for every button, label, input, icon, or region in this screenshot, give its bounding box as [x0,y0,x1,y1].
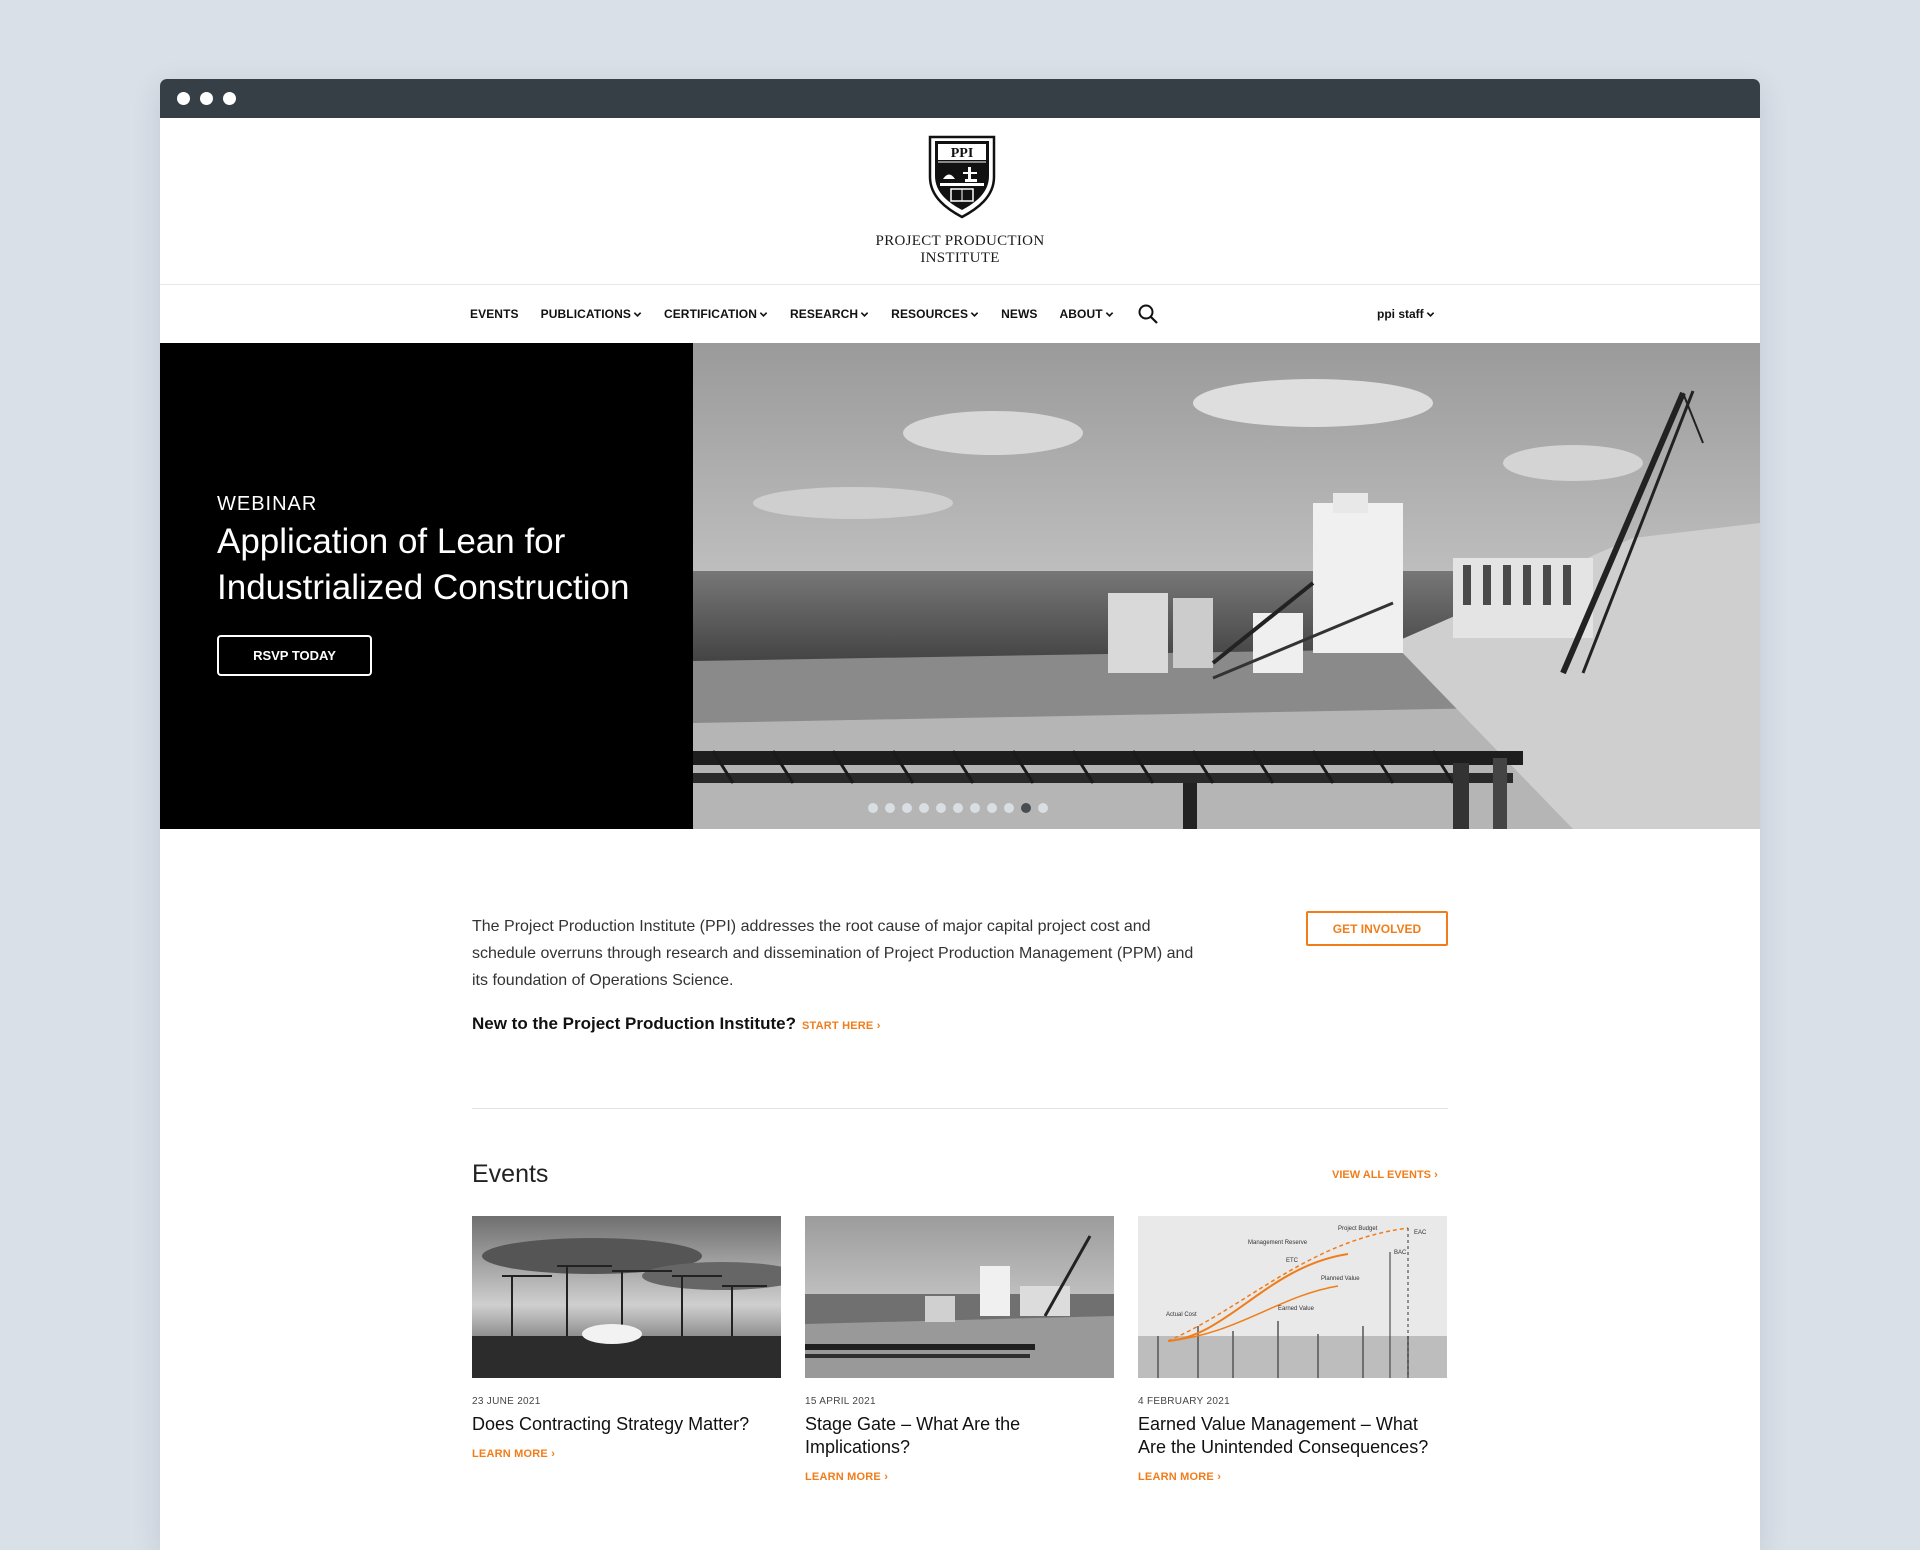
new-to-ppi-label: New to the Project Production Institute? [472,1014,796,1033]
intro-text: The Project Production Institute (PPI) a… [472,918,1194,989]
get-involved-button[interactable]: GET INVOLVED [1306,911,1448,946]
logo-wordmark: PROJECT PRODUCTION INSTITUTE [160,233,1760,267]
events-heading: Events [472,1160,549,1188]
nav-item-about[interactable]: ABOUT [1060,307,1114,321]
search-icon[interactable] [1137,303,1159,325]
chart-label-etc: ETC [1286,1258,1299,1264]
browser-window: PPI PROJECT PRODUCTION INSTITUTE EVENTS P… [160,79,1760,1550]
nav-item-label: ABOUT [1059,307,1103,321]
event-title[interactable]: Stage Gate – What Are the Implications? [805,1413,1114,1459]
chevron-down-icon [1426,311,1434,317]
nav-item-label: RESOURCES [891,307,969,321]
nav-item-label: RESEARCH [790,307,859,321]
nav-item-research[interactable]: RESEARCH [790,307,869,321]
nav-item-resources[interactable]: RESOURCES [891,307,979,321]
event-card: Project Budget EAC Management Reserve ET… [1138,1216,1447,1483]
new-to-ppi: New to the Project Production Institute?… [472,1014,881,1034]
carousel-dot[interactable] [1004,803,1014,813]
chart-label-bac: BAC [1394,1250,1407,1256]
carousel-dot[interactable] [885,803,895,813]
chevron-down-icon [1105,311,1113,317]
event-card-image[interactable] [472,1216,781,1378]
carousel-dots [868,803,1055,813]
carousel-dot[interactable] [902,803,912,813]
nav-item-label: EVENTS [470,307,519,321]
event-title[interactable]: Does Contracting Strategy Matter? [472,1413,781,1436]
start-here-link[interactable]: START HERE › [802,1020,881,1032]
rsvp-button[interactable]: RSVP TODAY [217,635,372,676]
nav-items: EVENTS PUBLICATIONS CERTIFICATION RESEARCH R… [470,285,1159,343]
hero-title: Application of Lean for Industrialized C… [217,522,630,607]
chart-label-management-reserve: Management Reserve [1248,1240,1308,1246]
chevron-down-icon [860,311,869,317]
main-nav: EVENTS PUBLICATIONS CERTIFICATION RESEARCH R… [160,285,1760,343]
carousel-dot[interactable] [868,803,878,813]
logo-line-2: INSTITUTE [920,250,1000,266]
chart-label-planned-value: Planned Value [1321,1276,1360,1282]
learn-more-link[interactable]: LEARN MORE › [1138,1471,1447,1483]
event-card: 15 APRIL 2021 Stage Gate – What Are the … [805,1216,1114,1483]
window-dot-icon [200,92,213,105]
view-all-events-link[interactable]: VIEW ALL EVENTS › [1332,1169,1438,1181]
carousel-dot[interactable] [1021,803,1031,813]
hero-kicker: WEBINAR [217,493,318,515]
user-menu[interactable]: ppi staff [1377,285,1435,343]
nav-item-label: NEWS [1001,307,1038,321]
hero-panel: WEBINAR Application of Lean for Industri… [160,343,693,829]
hero-construction-image [693,343,1760,829]
chart-label-project-budget: Project Budget [1338,1226,1378,1232]
learn-more-link[interactable]: LEARN MORE › [805,1471,1114,1483]
user-menu-label: ppi staff [1377,307,1424,321]
carousel-dot[interactable] [970,803,980,813]
carousel-dot[interactable] [919,803,929,813]
event-card: 23 JUNE 2021 Does Contracting Strategy M… [472,1216,781,1460]
logo-line-1: PROJECT PRODUCTION [875,233,1045,249]
event-date: 23 JUNE 2021 [472,1396,541,1407]
window-titlebar [160,79,1760,118]
chevron-down-icon [633,311,642,317]
chart-label-actual-cost: Actual Cost [1166,1312,1197,1318]
window-dot-icon [177,92,190,105]
chart-label-eac: EAC [1414,1230,1427,1236]
nav-item-events[interactable]: EVENTS [470,307,519,321]
event-card-image[interactable]: Project Budget EAC Management Reserve ET… [1138,1216,1447,1378]
carousel-dot[interactable] [987,803,997,813]
event-title[interactable]: Earned Value Management – What Are the U… [1138,1413,1447,1459]
site-header: PPI PROJECT PRODUCTION INSTITUTE [160,118,1760,285]
nav-item-label: CERTIFICATION [663,307,758,321]
nav-item-certification[interactable]: CERTIFICATION [664,307,768,321]
event-date: 4 FEBRUARY 2021 [1138,1396,1230,1407]
carousel-dot[interactable] [936,803,946,813]
chevron-down-icon [970,311,979,317]
event-card-image[interactable] [805,1216,1114,1378]
carousel-dot[interactable] [953,803,963,813]
nav-item-publications[interactable]: PUBLICATIONS [541,307,642,321]
chart-label-earned-value: Earned Value [1278,1306,1315,1312]
nav-item-news[interactable]: NEWS [1001,307,1037,321]
ppi-crest-logo[interactable]: PPI [927,135,997,219]
learn-more-link[interactable]: LEARN MORE › [472,1448,781,1460]
window-dot-icon [223,92,236,105]
hero-carousel: WEBINAR Application of Lean for Industri… [160,343,1760,829]
section-divider [472,1108,1448,1109]
carousel-dot[interactable] [1038,803,1048,813]
nav-item-label: PUBLICATIONS [540,307,631,321]
svg-text:PPI: PPI [951,146,974,161]
chevron-down-icon [759,311,768,317]
event-date: 15 APRIL 2021 [805,1396,876,1407]
